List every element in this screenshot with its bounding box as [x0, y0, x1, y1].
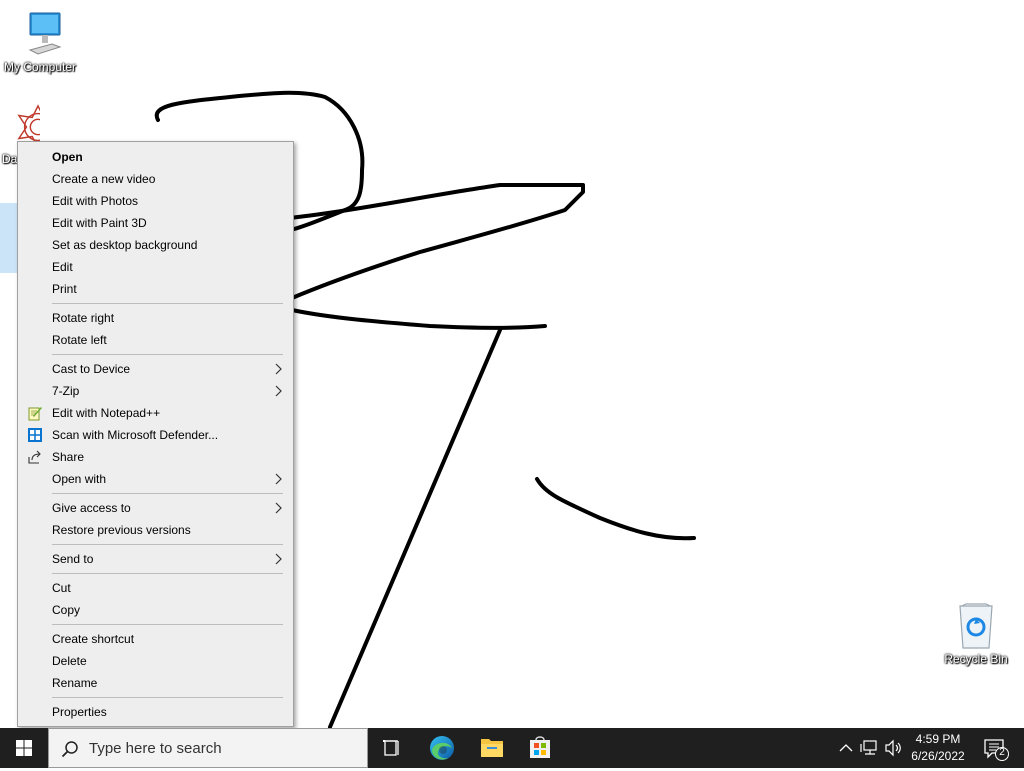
desktop-icon-my-computer[interactable]: My Computer: [0, 10, 80, 74]
edge-taskbar-button[interactable]: [418, 728, 466, 768]
taskbar-clock[interactable]: 4:59 PM 6/26/2022: [898, 728, 978, 768]
windows-logo-icon: [16, 740, 32, 756]
menu-separator: [52, 544, 283, 545]
store-icon: [530, 736, 550, 758]
menu-item-delete[interactable]: Delete: [18, 650, 293, 672]
menu-item-edit-with-photos[interactable]: Edit with Photos: [18, 190, 293, 212]
desktop-icon-label: Recycle Bin: [944, 652, 1008, 666]
menu-item-share[interactable]: Share: [18, 446, 293, 468]
task-view-icon: [383, 740, 399, 756]
defender-shield-icon: [28, 428, 42, 442]
menu-item-rename[interactable]: Rename: [18, 672, 293, 694]
menu-item-open[interactable]: Open: [18, 146, 293, 168]
notification-count: 2: [999, 747, 1005, 758]
menu-separator: [52, 624, 283, 625]
menu-item-label: Rotate right: [52, 311, 115, 325]
start-button[interactable]: [0, 728, 48, 768]
menu-item-label: Rotate left: [52, 333, 107, 347]
menu-item-label: Copy: [52, 603, 81, 617]
menu-item-label: Properties: [52, 705, 107, 719]
clock-time: 4:59 PM: [915, 732, 961, 746]
menu-separator: [52, 493, 283, 494]
menu-item-label: Set as desktop background: [52, 238, 198, 252]
network-icon[interactable]: [860, 739, 880, 757]
share-icon: [28, 450, 41, 464]
menu-item-7zip[interactable]: 7-Zip: [18, 380, 293, 402]
menu-item-print[interactable]: Print: [18, 278, 293, 300]
action-center-button[interactable]: 2: [976, 728, 1016, 768]
clock-date: 6/26/2022: [911, 749, 965, 763]
selected-icon-highlight: [0, 203, 18, 273]
menu-item-label: Rename: [52, 676, 98, 690]
menu-item-properties[interactable]: Properties: [18, 701, 293, 723]
menu-item-label: Give access to: [52, 501, 131, 515]
context-menu: Open Create a new video Edit with Photos…: [17, 141, 294, 727]
menu-separator: [52, 303, 283, 304]
menu-item-label: Restore previous versions: [52, 523, 191, 537]
menu-item-cast-to-device[interactable]: Cast to Device: [18, 358, 293, 380]
menu-separator: [52, 354, 283, 355]
menu-item-label: Edit with Photos: [52, 194, 139, 208]
menu-item-label: Scan with Microsoft Defender...: [52, 428, 219, 442]
menu-item-send-to[interactable]: Send to: [18, 548, 293, 570]
search-icon: [61, 741, 78, 758]
taskbar-search-box[interactable]: Type here to search: [48, 728, 368, 768]
file-explorer-icon: [481, 739, 503, 757]
chevron-right-icon: [275, 363, 282, 375]
menu-item-give-access-to[interactable]: Give access to: [18, 497, 293, 519]
menu-item-copy[interactable]: Copy: [18, 599, 293, 621]
menu-item-scan-with-defender[interactable]: Scan with Microsoft Defender...: [18, 424, 293, 446]
menu-item-label: Edit with Paint 3D: [52, 216, 147, 230]
menu-item-label: 7-Zip: [52, 384, 80, 398]
notification-icon: [984, 739, 1009, 761]
menu-item-set-desktop-background[interactable]: Set as desktop background: [18, 234, 293, 256]
menu-separator: [52, 573, 283, 574]
menu-item-label: Open with: [52, 472, 107, 486]
menu-item-label: Open: [52, 150, 83, 164]
desktop-icon-label: My Computer: [3, 60, 77, 74]
system-tray: [836, 728, 901, 768]
menu-item-cut[interactable]: Cut: [18, 577, 293, 599]
menu-item-edit[interactable]: Edit: [18, 256, 293, 278]
menu-item-create-new-video[interactable]: Create a new video: [18, 168, 293, 190]
computer-icon: [28, 12, 62, 55]
file-explorer-taskbar-button[interactable]: [468, 728, 516, 768]
menu-item-label: Delete: [52, 654, 87, 668]
menu-item-open-with[interactable]: Open with: [18, 468, 293, 490]
desktop-icon-recycle-bin[interactable]: Recycle Bin: [936, 602, 1016, 666]
menu-item-edit-with-notepad-plus-plus[interactable]: Edit with Notepad++: [18, 402, 293, 424]
menu-item-label: Cut: [52, 581, 71, 595]
menu-item-label: Cast to Device: [52, 362, 131, 376]
chevron-right-icon: [275, 553, 282, 565]
chevron-right-icon: [275, 473, 282, 485]
menu-item-label: Share: [52, 450, 85, 464]
chevron-right-icon: [275, 502, 282, 514]
recycle-bin-icon: [959, 603, 993, 649]
store-taskbar-button[interactable]: [516, 728, 564, 768]
search-placeholder: Type here to search: [89, 740, 222, 757]
menu-item-label: Send to: [52, 552, 94, 566]
notepad-plus-plus-icon: [28, 407, 42, 421]
edge-icon: [430, 736, 454, 760]
menu-item-label: Print: [52, 282, 77, 296]
menu-item-rotate-right[interactable]: Rotate right: [18, 307, 293, 329]
menu-item-create-shortcut[interactable]: Create shortcut: [18, 628, 293, 650]
menu-item-label: Create shortcut: [52, 632, 135, 646]
chevron-right-icon: [275, 385, 282, 397]
task-view-button[interactable]: [368, 728, 416, 768]
menu-item-edit-with-paint-3d[interactable]: Edit with Paint 3D: [18, 212, 293, 234]
menu-item-label: Edit with Notepad++: [52, 406, 161, 420]
chevron-up-icon[interactable]: [836, 740, 856, 756]
menu-item-label: Edit: [52, 260, 73, 274]
menu-separator: [52, 697, 283, 698]
menu-item-restore-previous-versions[interactable]: Restore previous versions: [18, 519, 293, 541]
taskbar: Type here to search 4:59 PM 6/26/2022 2: [0, 728, 1024, 768]
menu-item-label: Create a new video: [52, 172, 156, 186]
menu-item-rotate-left[interactable]: Rotate left: [18, 329, 293, 351]
